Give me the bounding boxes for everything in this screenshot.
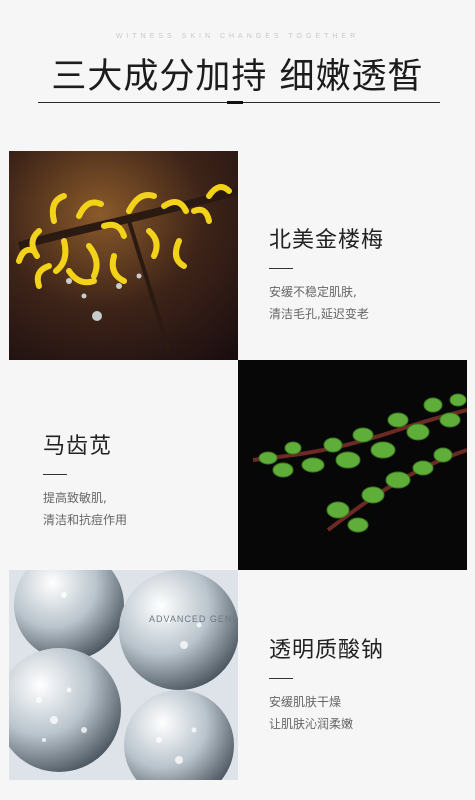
ingredient-name: 透明质酸钠: [269, 638, 385, 663]
hyaluronic-image: ADVANCED GENI: [9, 570, 238, 780]
ingredient-desc-line: 安缓不稳定肌肤,: [269, 285, 357, 299]
witch-hazel-image: [9, 151, 238, 360]
tagline: WITNESS SKIN CHANGES TOGETHER: [115, 33, 360, 40]
headline: 三大成分加持 细嫩透皙: [51, 57, 424, 97]
sphere-product-text: ADVANCED GENI: [149, 614, 236, 624]
ingredient-divider: [269, 268, 293, 269]
headline-rule-marker: [227, 101, 243, 104]
ingredient-desc-line: 安缓肌肤干燥: [269, 695, 342, 709]
ingredient-witch-hazel: 北美金楼梅 安缓不稳定肌肤, 清洁毛孔,延迟变老: [269, 222, 384, 325]
ingredient-desc-line: 清洁毛孔,延迟变老: [269, 307, 369, 321]
purslane-image: [238, 360, 467, 570]
ingredient-desc-line: 让肌肤沁润柔嫩: [269, 717, 354, 731]
ingredient-desc-line: 清洁和抗痘作用: [43, 513, 128, 527]
ingredient-hyaluronic: 透明质酸钠 安缓肌肤干燥 让肌肤沁润柔嫩: [269, 632, 384, 735]
ingredient-name: 北美金楼梅: [269, 228, 385, 253]
ingredient-purslane: 马齿苋 提高致敏肌, 清洁和抗痘作用: [43, 428, 127, 531]
ingredient-desc-line: 提高致敏肌,: [43, 491, 107, 505]
ingredient-name: 马齿苋: [43, 434, 113, 459]
ingredient-divider: [269, 678, 293, 679]
ingredient-divider: [43, 474, 67, 475]
